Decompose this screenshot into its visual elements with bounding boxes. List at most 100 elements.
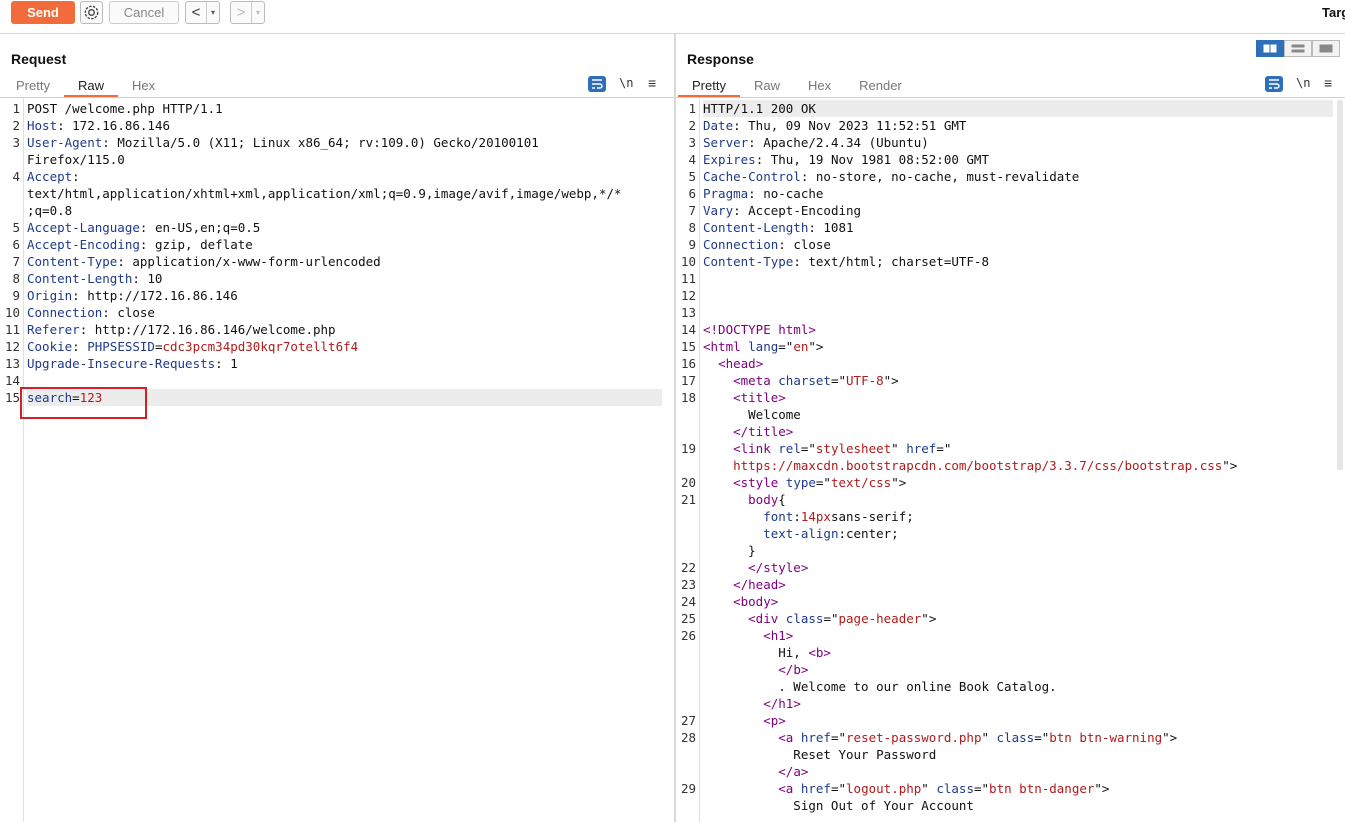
code-line[interactable]: }: [676, 542, 1345, 559]
hamburger-menu-icon[interactable]: ≡: [1324, 75, 1332, 91]
code-line[interactable]: 3 Server: Apache/2.4.34 (Ubuntu): [676, 134, 1345, 151]
code-line[interactable]: 2 Date: Thu, 09 Nov 2023 11:52:51 GMT: [676, 117, 1345, 134]
tab-raw[interactable]: Raw: [63, 77, 118, 97]
code-line[interactable]: font:14pxsans-serif;: [676, 508, 1345, 525]
newline-icon[interactable]: \n: [619, 76, 633, 90]
code-line[interactable]: 4 Accept:: [0, 168, 674, 185]
code-line[interactable]: Welcome: [676, 406, 1345, 423]
code-line[interactable]: 13 Upgrade-Insecure-Requests: 1: [0, 355, 674, 372]
code-line[interactable]: 7 Vary: Accept-Encoding: [676, 202, 1345, 219]
code-text: <style type="text/css">: [703, 474, 906, 491]
code-line[interactable]: Hi, <b>: [676, 644, 1345, 661]
split-horizontal-icon[interactable]: [1256, 40, 1284, 57]
tab-render[interactable]: Render: [845, 77, 916, 97]
code-line[interactable]: 8 Content-Length: 1081: [676, 219, 1345, 236]
code-line[interactable]: 1 HTTP/1.1 200 OK: [676, 100, 1345, 117]
code-line[interactable]: 6 Pragma: no-cache: [676, 185, 1345, 202]
code-token: class: [996, 730, 1035, 745]
single-pane-icon[interactable]: [1312, 40, 1340, 57]
code-token: : Accept-Encoding: [733, 203, 862, 218]
code-line[interactable]: 10 Content-Type: text/html; charset=UTF-8: [676, 253, 1345, 270]
tab-hex[interactable]: Hex: [118, 77, 169, 97]
code-line[interactable]: 8 Content-Length: 10: [0, 270, 674, 287]
forward-history-dropdown[interactable]: ▾: [252, 2, 264, 23]
code-line[interactable]: text/html,application/xhtml+xml,applicat…: [0, 185, 674, 202]
code-line[interactable]: 18 <title>: [676, 389, 1345, 406]
code-line[interactable]: 5 Accept-Language: en-US,en;q=0.5: [0, 219, 674, 236]
code-token: href: [906, 441, 937, 456]
code-line[interactable]: 15 <html lang="en">: [676, 338, 1345, 355]
split-vertical-icon[interactable]: [1284, 40, 1312, 57]
code-line[interactable]: 20 <style type="text/css">: [676, 474, 1345, 491]
code-line[interactable]: 19 <link rel="stylesheet" href=": [676, 440, 1345, 457]
target-label[interactable]: Targ: [1322, 5, 1345, 20]
code-line[interactable]: 12 Cookie: PHPSESSID=cdc3pcm34pd30kqr7ote…: [0, 338, 674, 355]
code-line[interactable]: text-align:center;: [676, 525, 1345, 542]
tab-raw[interactable]: Raw: [740, 77, 794, 97]
back-history-dropdown[interactable]: ▾: [207, 2, 219, 23]
send-button[interactable]: Send: [11, 1, 75, 24]
code-line[interactable]: 9 Connection: close: [676, 236, 1345, 253]
code-line[interactable]: 12: [676, 287, 1345, 304]
code-line[interactable]: 6 Accept-Encoding: gzip, deflate: [0, 236, 674, 253]
code-line[interactable]: Reset Your Password: [676, 746, 1345, 763]
code-line[interactable]: ;q=0.8: [0, 202, 674, 219]
code-token: ">: [1162, 730, 1178, 745]
tab-pretty[interactable]: Pretty: [2, 77, 64, 97]
code-line[interactable]: 3 User-Agent: Mozilla/5.0 (X11; Linux x86…: [0, 134, 674, 151]
newline-icon[interactable]: \n: [1296, 76, 1310, 90]
code-line[interactable]: Sign Out of Your Account: [676, 797, 1345, 814]
code-line[interactable]: 17 <meta charset="UTF-8">: [676, 372, 1345, 389]
code-line[interactable]: 14 <!DOCTYPE html>: [676, 321, 1345, 338]
code-line[interactable]: </h1>: [676, 695, 1345, 712]
forward-button[interactable]: >: [231, 2, 252, 23]
settings-button[interactable]: [80, 1, 103, 24]
code-line[interactable]: 2 Host: 172.16.86.146: [0, 117, 674, 134]
code-text: </style>: [703, 559, 808, 576]
code-line[interactable]: 28 <a href="reset-password.php" class="b…: [676, 729, 1345, 746]
tab-hex[interactable]: Hex: [794, 77, 845, 97]
code-line[interactable]: 29 <a href="logout.php" class="btn btn-d…: [676, 780, 1345, 797]
code-line[interactable]: 26 <h1>: [676, 627, 1345, 644]
code-line[interactable]: https://maxcdn.bootstrapcdn.com/bootstra…: [676, 457, 1345, 474]
code-line[interactable]: 5 Cache-Control: no-store, no-cache, must…: [676, 168, 1345, 185]
code-line[interactable]: 25 <div class="page-header">: [676, 610, 1345, 627]
code-line[interactable]: </title>: [676, 423, 1345, 440]
code-line[interactable]: 4 Expires: Thu, 19 Nov 1981 08:52:00 GMT: [676, 151, 1345, 168]
line-number: 7: [688, 203, 696, 218]
code-line[interactable]: Firefox/115.0: [0, 151, 674, 168]
code-line[interactable]: 11 Referer: http://172.16.86.146/welcome.…: [0, 321, 674, 338]
code-token: ": [891, 441, 907, 456]
code-line[interactable]: </a>: [676, 763, 1345, 780]
code-token: Referer: [27, 322, 80, 337]
hamburger-menu-icon[interactable]: ≡: [648, 75, 656, 91]
code-line[interactable]: 11: [676, 270, 1345, 287]
code-token: : text/html; charset=UTF-8: [793, 254, 989, 269]
code-line[interactable]: 7 Content-Type: application/x-www-form-ur…: [0, 253, 674, 270]
code-text: </b>: [703, 661, 808, 678]
code-line[interactable]: 1 POST /welcome.php HTTP/1.1: [0, 100, 674, 117]
word-wrap-icon[interactable]: [588, 76, 606, 92]
code-line[interactable]: 24 <body>: [676, 593, 1345, 610]
code-line[interactable]: 9 Origin: http://172.16.86.146: [0, 287, 674, 304]
code-line[interactable]: 10 Connection: close: [0, 304, 674, 321]
code-line[interactable]: 23 </head>: [676, 576, 1345, 593]
tab-pretty[interactable]: Pretty: [678, 77, 740, 97]
code-line[interactable]: 13: [676, 304, 1345, 321]
line-number: 17: [680, 373, 696, 388]
request-title: Request: [11, 51, 67, 67]
cancel-button[interactable]: Cancel: [109, 1, 179, 24]
response-editor[interactable]: 1 HTTP/1.1 200 OK 2 Date: Thu, 09 Nov 2023 …: [676, 98, 1345, 822]
code-line[interactable]: . Welcome to our online Book Catalog.: [676, 678, 1345, 695]
code-line[interactable]: 16 <head>: [676, 355, 1345, 372]
code-line[interactable]: 21 body{: [676, 491, 1345, 508]
code-line[interactable]: 27 <p>: [676, 712, 1345, 729]
code-token: : no-store, no-cache, must-revalidate: [800, 169, 1080, 184]
back-button[interactable]: <: [186, 2, 207, 23]
code-token: : 1: [215, 356, 238, 371]
code-line[interactable]: 22 </style>: [676, 559, 1345, 576]
code-line[interactable]: </b>: [676, 661, 1345, 678]
request-editor[interactable]: 1 POST /welcome.php HTTP/1.1 2 Host: 172.16…: [0, 98, 674, 822]
word-wrap-icon[interactable]: [1265, 76, 1283, 92]
